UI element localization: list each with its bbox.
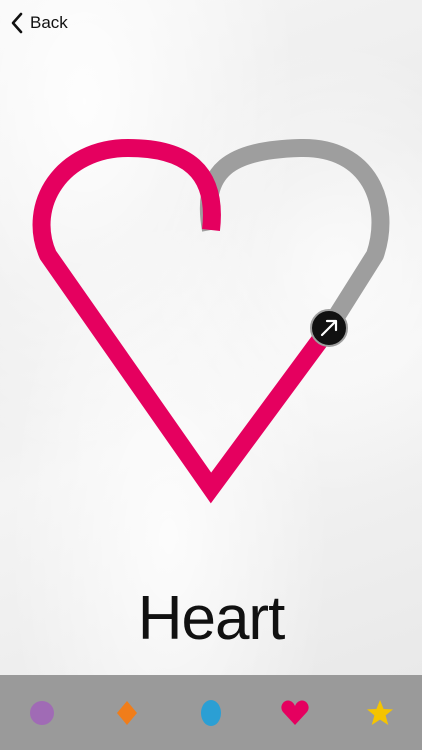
drawing-canvas[interactable]: [0, 0, 422, 560]
star-icon: [366, 699, 393, 725]
shape-title: Heart: [137, 584, 286, 653]
tab-oval[interactable]: [181, 683, 241, 743]
heart-drawn-path: [32, 138, 337, 504]
circle-icon: [30, 700, 55, 725]
draw-cursor[interactable]: [310, 309, 348, 347]
tab-diamond[interactable]: [97, 683, 157, 743]
tab-heart[interactable]: [265, 683, 325, 743]
tab-circle[interactable]: [12, 683, 72, 743]
heart-icon: [281, 699, 309, 725]
tab-star[interactable]: [350, 683, 410, 743]
shape-tab-bar: [0, 675, 422, 750]
heart-remaining-path: [199, 138, 390, 333]
oval-icon: [200, 699, 221, 726]
diamond-icon: [116, 700, 137, 725]
